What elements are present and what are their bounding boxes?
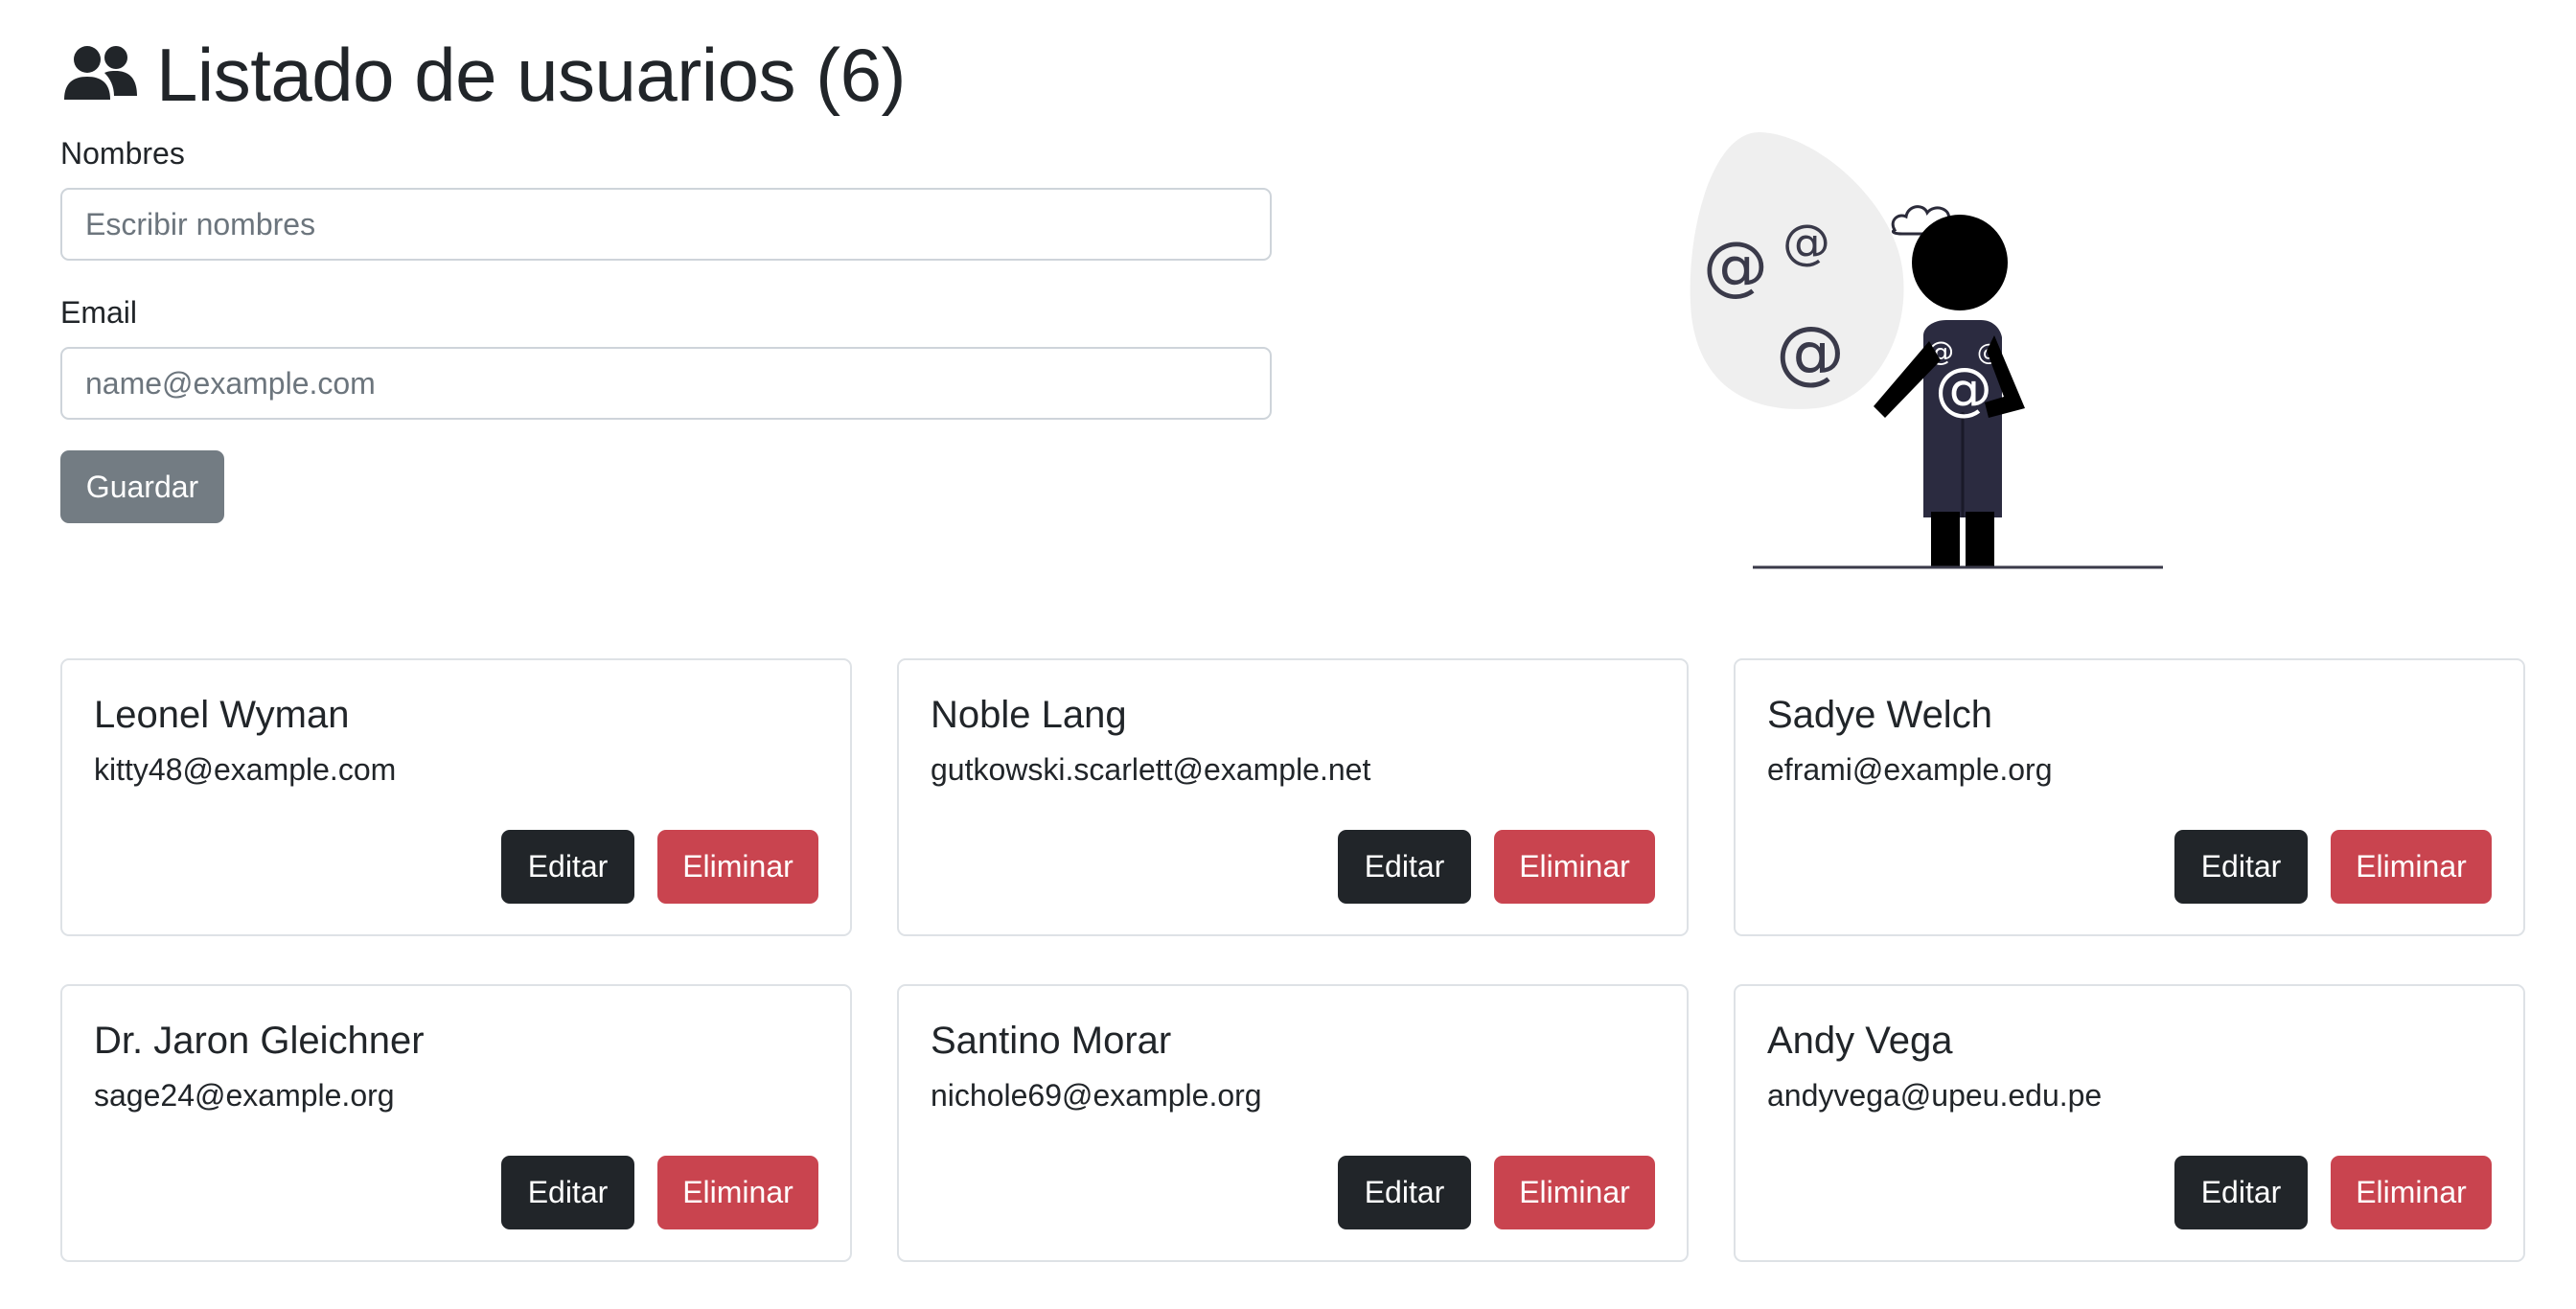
edit-button[interactable]: Editar — [2174, 1156, 2308, 1229]
svg-text:@: @ — [1935, 356, 1992, 423]
names-label: Nombres — [60, 136, 185, 171]
card-actions: Editar Eliminar — [1338, 1156, 1655, 1229]
users-page: Listado de usuarios (6) Nombres Email Gu… — [0, 0, 2576, 1309]
svg-text:@: @ — [1776, 311, 1845, 392]
edit-button[interactable]: Editar — [501, 1156, 634, 1229]
user-form: Nombres Email Guardar — [60, 134, 1272, 523]
user-email: eframi@example.org — [1767, 752, 2053, 787]
names-input[interactable] — [60, 188, 1272, 261]
user-name: Noble Lang — [931, 694, 1127, 736]
user-email: gutkowski.scarlett@example.net — [931, 752, 1371, 787]
user-name: Sadye Welch — [1767, 694, 1992, 736]
user-name: Andy Vega — [1767, 1020, 1953, 1062]
card-actions: Editar Eliminar — [2174, 1156, 2492, 1229]
delete-button[interactable]: Eliminar — [657, 1156, 818, 1229]
card-actions: Editar Eliminar — [1338, 830, 1655, 904]
email-input[interactable] — [60, 347, 1272, 420]
page-title: Listado de usuarios (6) — [156, 33, 906, 117]
user-card: Noble Lang gutkowski.scarlett@example.ne… — [897, 658, 1689, 936]
user-name: Dr. Jaron Gleichner — [94, 1020, 425, 1062]
edit-button[interactable]: Editar — [501, 830, 634, 904]
edit-button[interactable]: Editar — [1338, 1156, 1471, 1229]
user-card: Leonel Wyman kitty48@example.com Editar … — [60, 658, 852, 936]
user-name: Santino Morar — [931, 1020, 1172, 1062]
delete-button[interactable]: Eliminar — [2331, 830, 2492, 904]
users-list: Leonel Wyman kitty48@example.com Editar … — [60, 658, 2526, 1262]
delete-button[interactable]: Eliminar — [1494, 830, 1655, 904]
user-card: Dr. Jaron Gleichner sage24@example.org E… — [60, 984, 852, 1262]
user-card: Santino Morar nichole69@example.org Edit… — [897, 984, 1689, 1262]
user-card: Andy Vega andyvega@upeu.edu.pe Editar El… — [1734, 984, 2525, 1262]
user-email: sage24@example.org — [94, 1078, 395, 1113]
save-button[interactable]: Guardar — [60, 450, 224, 523]
delete-button[interactable]: Eliminar — [657, 830, 818, 904]
user-email: andyvega@upeu.edu.pe — [1767, 1078, 2103, 1113]
delete-button[interactable]: Eliminar — [2331, 1156, 2492, 1229]
card-actions: Editar Eliminar — [2174, 830, 2492, 904]
delete-button[interactable]: Eliminar — [1494, 1156, 1655, 1229]
page-header: Listado de usuarios (6) — [60, 27, 906, 123]
card-actions: Editar Eliminar — [501, 1156, 818, 1229]
card-actions: Editar Eliminar — [501, 830, 818, 904]
email-person-illustration: @ @ @ @ @ @ — [1672, 125, 2171, 575]
user-email: nichole69@example.org — [931, 1078, 1262, 1113]
email-label: Email — [60, 295, 138, 330]
svg-text:@: @ — [1703, 228, 1768, 304]
edit-button[interactable]: Editar — [1338, 830, 1471, 904]
edit-button[interactable]: Editar — [2174, 830, 2308, 904]
user-card: Sadye Welch eframi@example.org Editar El… — [1734, 658, 2525, 936]
svg-text:@: @ — [1782, 215, 1830, 270]
user-name: Leonel Wyman — [94, 694, 350, 736]
users-icon — [60, 44, 141, 105]
user-email: kitty48@example.com — [94, 752, 397, 787]
